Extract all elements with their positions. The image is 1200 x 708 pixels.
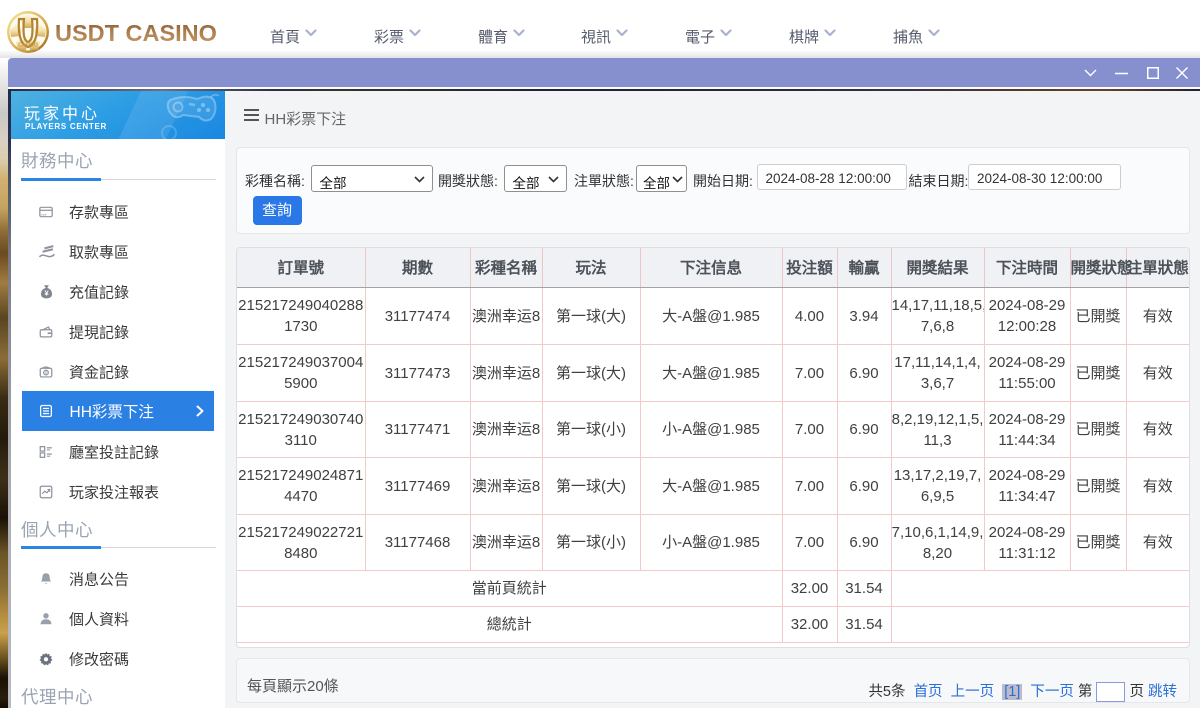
svg-text:CASINO: CASINO: [18, 43, 38, 49]
